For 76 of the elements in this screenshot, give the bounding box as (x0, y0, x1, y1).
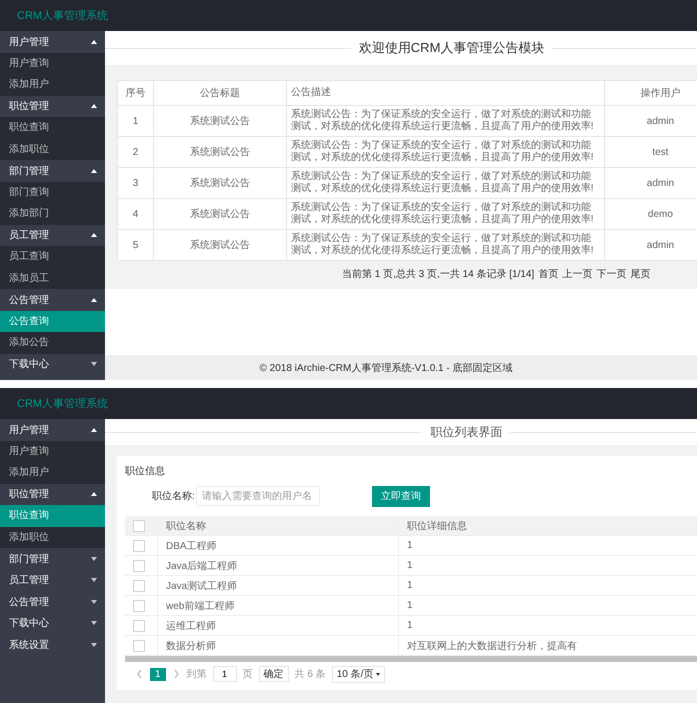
table-cell: 系统测试公告 (154, 230, 286, 260)
table-cell: 1 (398, 596, 697, 616)
table-cell: 1 (118, 106, 154, 136)
menu-item[interactable]: 用户查询 (0, 52, 105, 74)
goto-label: 到第 (186, 668, 207, 681)
card-title: 职位信息 (125, 464, 166, 478)
confirm-button[interactable]: 确定 (258, 666, 289, 682)
menu-item[interactable]: 添加职位 (0, 138, 105, 160)
app-logo[interactable]: CRM人事管理系统 (17, 8, 108, 23)
pagination-link[interactable]: 上一页 (562, 267, 592, 281)
chevron-right-icon[interactable] (172, 668, 181, 680)
search-button[interactable]: 立即查询 (372, 486, 430, 506)
table-cell: 1 (398, 536, 697, 556)
table-cell: 系统测试公告 (154, 136, 286, 168)
table-cell: 运维工程师 (158, 616, 398, 636)
table-cell: 系统测试公告：为了保证系统的安全运行，做了对系统的测试和功能测试，对系统的优化使得系统运行更流畅，且提高了用户的使用效率! (286, 198, 604, 230)
table-cell: 3 (118, 168, 154, 198)
menu-item[interactable]: 添加用户 (0, 462, 105, 484)
menu-item[interactable]: 员工查询 (0, 246, 105, 268)
footer-text: © 2018 iArchie-CRM人事管理系统-V1.0.1 - 底部固定区域 (260, 362, 512, 374)
table-cell: 系统测试公告 (154, 106, 286, 136)
checkbox[interactable] (133, 620, 145, 632)
table-cell: 系统测试公告 (154, 168, 286, 198)
menu-item[interactable]: 公告查询 (0, 310, 105, 332)
table-cell: DBA工程师 (158, 536, 398, 556)
table-cell: Java测试工程师 (158, 576, 398, 596)
checkbox[interactable] (133, 580, 145, 592)
table-cell: 4 (118, 198, 154, 230)
chevron-left-icon[interactable] (135, 668, 144, 680)
column-header: 公告标题 (154, 80, 286, 106)
menu-item[interactable]: 添加用户 (0, 74, 105, 96)
menu-item[interactable]: 用户查询 (0, 440, 105, 462)
pagination-link[interactable]: 下一页 (596, 267, 626, 281)
pagination-link[interactable]: 首页 (538, 267, 558, 281)
menu-item[interactable]: 职位查询 (0, 117, 105, 138)
page-title: 职位列表界面 (429, 424, 504, 440)
table-cell: 1 (398, 576, 697, 596)
column-header: 公告描述 (286, 80, 604, 106)
table-cell: 系统测试公告：为了保证系统的安全运行，做了对系统的测试和功能测试，对系统的优化使得系统运行更流畅，且提高了用户的使用效率! (286, 106, 604, 136)
column-header: 序号 (118, 80, 154, 106)
caret-icon (376, 672, 380, 676)
search-field[interactable]: 请输入需要查询的用户名 (196, 486, 320, 506)
page-unit-label: 页 (242, 668, 253, 681)
table-cell: 系统测试公告：为了保证系统的安全运行，做了对系统的测试和功能测试，对系统的优化使得系统运行更流畅，且提高了用户的使用效率! (286, 230, 604, 260)
menu-item[interactable]: 添加员工 (0, 268, 105, 289)
menu-item[interactable]: 部门查询 (0, 182, 105, 203)
checkbox[interactable] (133, 540, 145, 552)
checkbox[interactable] (133, 600, 145, 612)
table-cell: 系统测试公告：为了保证系统的安全运行，做了对系统的测试和功能测试，对系统的优化使得系统运行更流畅，且提高了用户的使用效率! (286, 136, 604, 168)
page-input[interactable]: 1 (212, 666, 237, 682)
horizontal-scrollbar[interactable] (125, 656, 697, 662)
menu-item[interactable]: 添加职位 (0, 526, 105, 548)
table-cell: 1 (398, 616, 697, 636)
menu-item[interactable]: 添加公告 (0, 332, 105, 354)
checkbox[interactable] (133, 640, 145, 652)
page-title: 欢迎使用CRM人事管理公告模块 (358, 39, 546, 57)
column-header: 操作用户 (604, 80, 697, 106)
column-header: 职位详细信息 (398, 516, 697, 536)
pagination-link[interactable]: 尾页 (630, 267, 650, 281)
table-cell: web前端工程师 (158, 596, 398, 616)
total-count: 共 6 条 (294, 668, 326, 681)
table-cell: Java后端工程师 (158, 556, 398, 576)
checkbox[interactable] (133, 520, 145, 532)
column-header: 职位名称 (158, 516, 398, 536)
page-number[interactable]: 1 (150, 668, 166, 680)
menu-item[interactable]: 职位查询 (0, 505, 105, 526)
table-cell: 系统测试公告 (154, 198, 286, 230)
table-cell: 1 (398, 556, 697, 576)
table-cell: 系统测试公告：为了保证系统的安全运行，做了对系统的测试和功能测试，对系统的优化使得系统运行更流畅，且提高了用户的使用效率! (286, 168, 604, 198)
menu-item[interactable]: 添加部门 (0, 203, 105, 224)
table-cell: 2 (118, 136, 154, 168)
pagination-status: 当前第 1 页,总共 3 页,一共 14 条记录 [1/14] (342, 268, 534, 281)
page-size-select[interactable]: 10 条/页 (332, 666, 386, 682)
checkbox[interactable] (133, 560, 145, 572)
table-cell: 5 (118, 230, 154, 260)
app-logo[interactable]: CRM人事管理系统 (17, 396, 108, 411)
